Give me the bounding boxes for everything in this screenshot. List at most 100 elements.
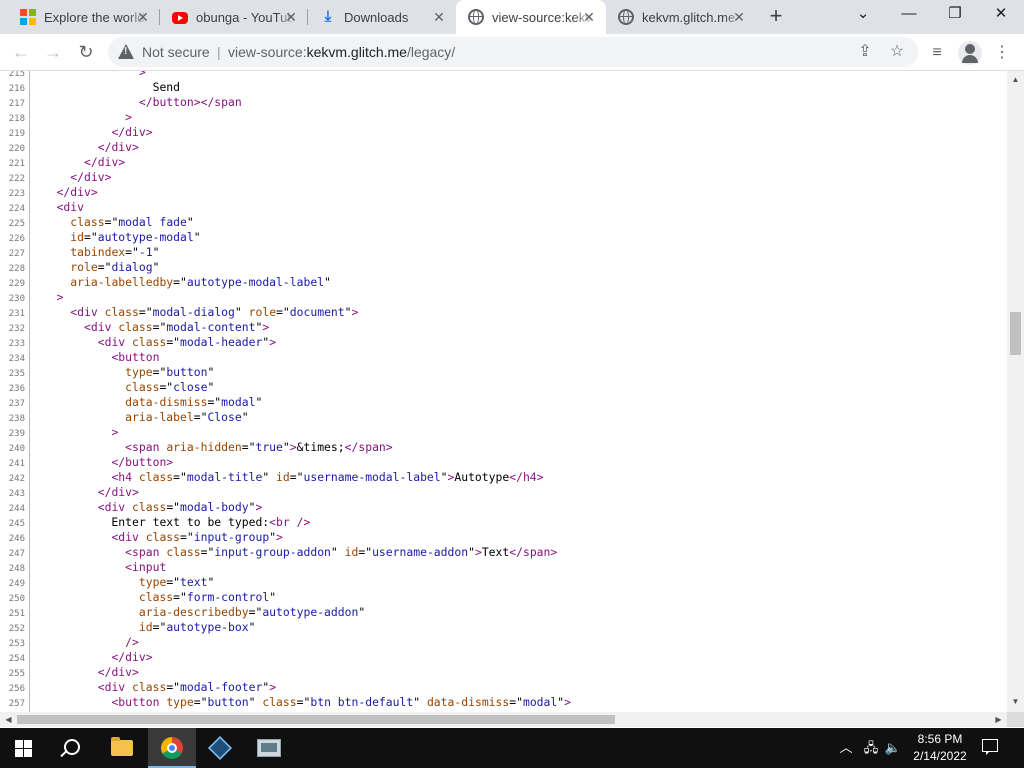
file-explorer-button[interactable] [98,728,146,768]
arrow-right-icon: → [44,42,62,62]
source-line: 256 <div class="modal-footer"> [0,680,571,697]
line-code: </div> [97,665,139,679]
clock-date: 2/14/2022 [913,749,967,763]
source-line: 238 aria-label="Close" [0,410,571,427]
network-icon[interactable]: 🖧 [862,738,880,758]
globe-icon [468,9,484,25]
close-tab-icon[interactable]: ✕ [732,10,746,24]
line-code: </div> [111,650,153,664]
arrow-left-icon: ← [12,42,30,62]
source-line: 248 <input [0,560,571,577]
source-line: 240 <span aria-hidden="true">&times;</sp… [0,440,571,457]
chrome-taskbar-button[interactable] [148,728,196,768]
line-code: </div> [97,140,139,154]
line-code: </div> [97,485,139,499]
source-line: 229 aria-labelledby="autotype-modal-labe… [0,275,571,292]
source-line: 232 <div class="modal-content"> [0,320,571,337]
url-text[interactable]: view-source:kekvm.glitch.me/legacy/ [228,44,455,60]
source-line: 247 <span class="input-group-addon" id="… [0,545,571,562]
source-line: 255 </div> [0,665,571,682]
bookmark-star-icon[interactable]: ☆ [888,43,906,61]
vertical-scrollbar[interactable]: ▲ ▼ [1007,71,1024,712]
tab-title: view-source:kekvm.glitch.me/legacy/ [492,9,594,25]
close-tab-icon[interactable]: ✕ [582,10,596,24]
tab-explore-the-world[interactable]: Explore the world ✕ [8,0,160,34]
tab-youtube[interactable]: obunga - YouTube ✕ [160,0,308,34]
line-code: </div> [70,170,112,184]
tab-view-source[interactable]: view-source:kekvm.glitch.me/legacy/ ✕ [456,0,606,34]
line-code: > [56,290,64,304]
line-code: class="form-control" [138,590,277,604]
horizontal-scrollbar[interactable]: ◀ ▶ [0,712,1007,727]
back-button[interactable]: ← [8,39,34,65]
virtualbox-button[interactable] [196,728,244,768]
virtualbox-icon [207,735,233,761]
tab-title: Downloads [344,9,409,25]
youtube-icon [172,12,188,24]
close-window-button[interactable]: ✕ [978,0,1024,30]
line-code: Enter text to be typed:<br /> [36,515,311,529]
minimize-icon: — [901,5,917,22]
line-code: <h4 class="modal-title" id="username-mod… [111,470,544,484]
source-code-view[interactable]: 215 >216 Send 217 </button></span 218 >219… [0,71,1007,712]
close-tab-icon[interactable]: ✕ [284,10,298,24]
horizontal-scroll-thumb[interactable] [17,715,615,724]
system-clock[interactable]: 8:56 PM 2/14/2022 [905,731,975,765]
remote-display-app-button[interactable] [245,728,293,768]
minimize-button[interactable]: — [886,0,932,30]
line-code: <div class="modal-body"> [97,500,263,514]
reading-list-icon[interactable]: ≡ [925,41,949,65]
tab-search-button[interactable]: ⌄ [840,0,886,30]
start-button[interactable] [0,728,48,768]
search-button[interactable] [48,728,96,768]
forward-button[interactable]: → [40,39,66,65]
warning-icon[interactable] [118,44,134,59]
line-code: </div> [56,185,98,199]
tab-downloads[interactable]: ⤓ Downloads ✕ [308,0,456,34]
show-hidden-icons-chevron-icon[interactable]: ︿ [838,738,854,758]
volume-icon[interactable]: 🔈 [884,738,902,758]
tab-kekvm[interactable]: kekvm.glitch.me ✕ [606,0,756,34]
source-line: 231 <div class="modal-dialog" role="docu… [0,305,571,322]
windows-logo-icon [15,740,32,757]
vertical-scroll-thumb[interactable] [1010,312,1021,355]
line-code: <div class="modal-content"> [84,320,270,334]
source-line: 245 Enter text to be typed:<br /> [0,515,571,532]
line-code: <button type="button" class="btn btn-def… [111,695,571,709]
chevron-down-icon: ⌄ [856,5,870,22]
windows-taskbar: ︿ 🖧 🔈 8:56 PM 2/14/2022 [0,728,1024,768]
line-code: data-dismiss="modal" [125,395,263,409]
scrollbar-corner [1007,712,1024,727]
source-line: 218 > [0,110,571,127]
scroll-right-arrow-icon[interactable]: ▶ [991,712,1006,727]
tab-title: kekvm.glitch.me [642,9,736,25]
source-line: 223 </div> [0,185,571,202]
restore-button[interactable]: ❐ [932,0,978,30]
line-code: aria-describedby="autotype-addon" [138,605,366,619]
address-bar[interactable]: Not secure | view-source:kekvm.glitch.me… [108,37,918,67]
scroll-up-arrow-icon[interactable]: ▲ [1007,73,1024,87]
source-line: 217 </button></span [0,95,571,112]
source-lines: 215 >216 Send 217 </button></span 218 >219… [0,71,571,712]
browser-toolbar: ← → ↻ Not secure | view-source:kekvm.gli… [0,34,1024,71]
share-icon[interactable]: ⇪ [856,43,874,61]
source-line: 225 class="modal fade" [0,215,571,232]
scroll-down-arrow-icon[interactable]: ▼ [1007,695,1024,709]
omnibox-divider: | [217,44,221,60]
source-line: 221 </div> [0,155,571,172]
scroll-left-arrow-icon[interactable]: ◀ [1,712,16,727]
menu-kebab-icon[interactable]: ⋮ [990,41,1014,65]
source-line: 246 <div class="input-group"> [0,530,571,547]
notification-center-icon[interactable] [982,739,998,755]
new-tab-button[interactable]: + [764,5,788,29]
close-tab-icon[interactable]: ✕ [432,10,446,24]
source-line: 233 <div class="modal-header"> [0,335,571,352]
source-line: 241 </button> [0,455,571,472]
reload-button[interactable]: ↻ [73,39,99,65]
line-code: </div> [84,155,126,169]
restore-icon: ❐ [948,5,962,22]
security-label[interactable]: Not secure [142,44,210,60]
close-tab-icon[interactable]: ✕ [136,10,150,24]
source-line: 220 </div> [0,140,571,157]
profile-avatar-icon[interactable] [958,41,982,65]
